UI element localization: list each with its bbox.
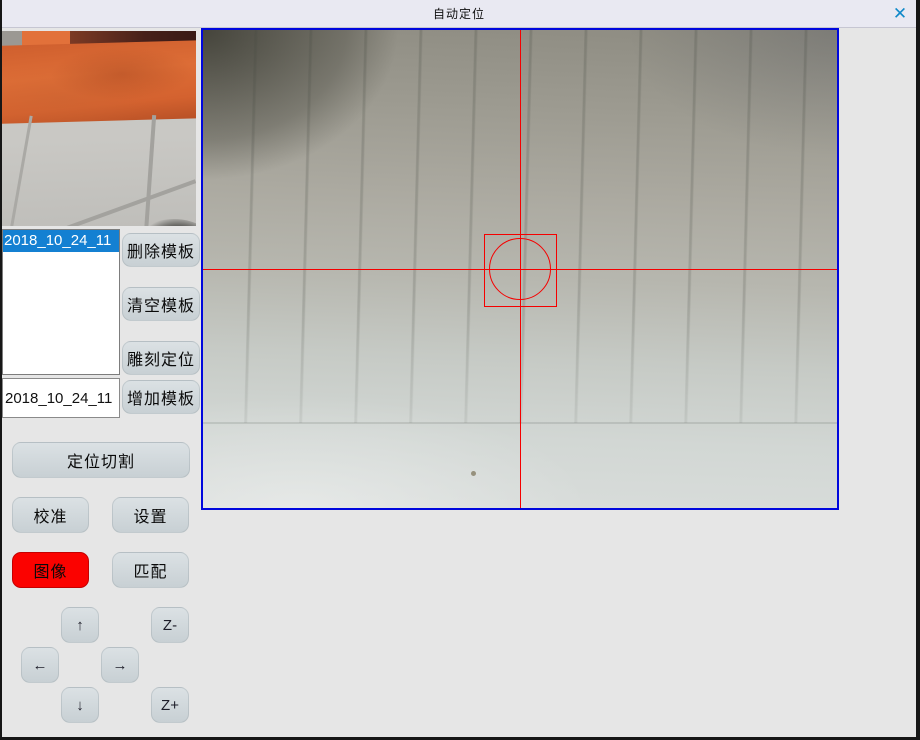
jog-left-button[interactable]: ← (21, 647, 59, 683)
auto-position-dialog: 自动定位 ✕ 2018_10_24_11 删除模板 清空模板 雕刻定位 增加模板… (0, 0, 920, 740)
preview-tile-grout-line (144, 115, 156, 226)
calibrate-button[interactable]: 校准 (12, 497, 89, 533)
camera-speck (471, 471, 476, 476)
clear-templates-button[interactable]: 清空模板 (122, 287, 200, 321)
close-icon[interactable]: ✕ (889, 3, 911, 25)
template-preview-image (2, 31, 196, 226)
jog-z-minus-button[interactable]: Z- (151, 607, 189, 643)
position-cut-button[interactable]: 定位切割 (12, 442, 190, 478)
image-button[interactable]: 图像 (12, 552, 89, 588)
settings-button[interactable]: 设置 (112, 497, 189, 533)
camera-view[interactable] (201, 28, 839, 510)
template-list[interactable]: 2018_10_24_11 (2, 229, 120, 375)
target-circle-overlay (489, 238, 551, 300)
delete-template-button[interactable]: 删除模板 (122, 233, 200, 267)
jog-up-button[interactable]: ↑ (61, 607, 99, 643)
match-button[interactable]: 匹配 (112, 552, 189, 588)
template-list-item-selected[interactable]: 2018_10_24_11 (3, 230, 119, 252)
titlebar: 自动定位 ✕ (2, 0, 916, 28)
add-template-button[interactable]: 增加模板 (122, 380, 200, 414)
jog-z-plus-button[interactable]: Z+ (151, 687, 189, 723)
template-name-input[interactable] (2, 378, 120, 418)
preview-orange-beam (2, 40, 196, 124)
preview-dark-object (134, 219, 196, 226)
engrave-position-button[interactable]: 雕刻定位 (122, 341, 200, 375)
preview-tile-grout-line (10, 116, 32, 226)
dialog-title: 自动定位 (433, 5, 485, 22)
jog-right-button[interactable]: → (101, 647, 139, 683)
jog-down-button[interactable]: ↓ (61, 687, 99, 723)
